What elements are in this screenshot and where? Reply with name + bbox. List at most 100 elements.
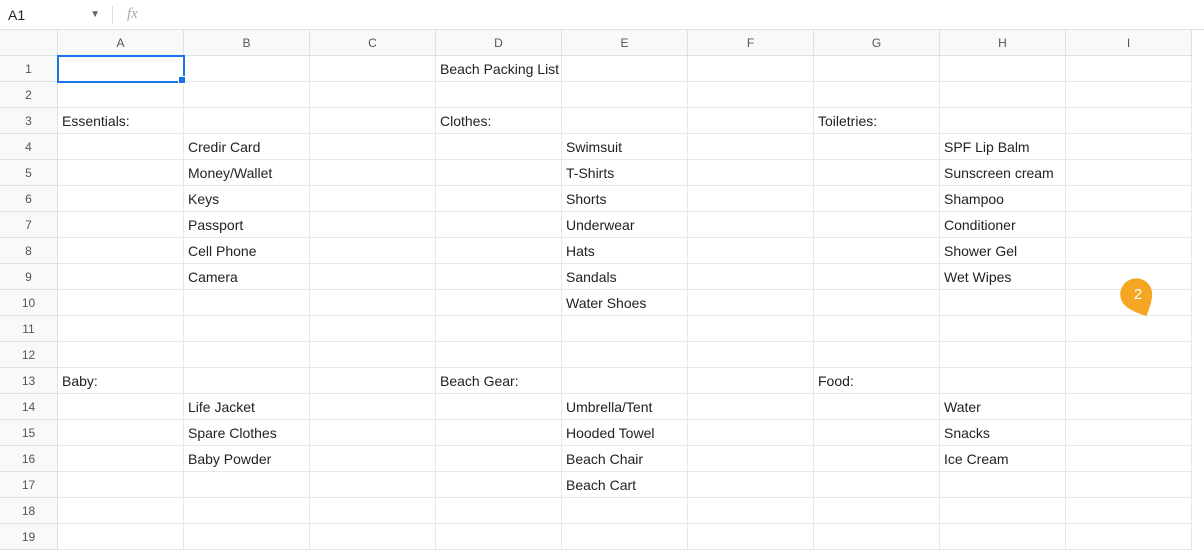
cell-G17[interactable] [814, 472, 940, 498]
cell-I17[interactable] [1066, 472, 1192, 498]
cell-B4[interactable]: Credir Card [184, 134, 310, 160]
cell-H2[interactable] [940, 82, 1066, 108]
cell-B16[interactable]: Baby Powder [184, 446, 310, 472]
cell-A13[interactable]: Baby: [58, 368, 184, 394]
cell-C12[interactable] [310, 342, 436, 368]
column-header-E[interactable]: E [562, 30, 688, 56]
cell-E5[interactable]: T-Shirts [562, 160, 688, 186]
cell-H6[interactable]: Shampoo [940, 186, 1066, 212]
cell-D13[interactable]: Beach Gear: [436, 368, 562, 394]
cell-I19[interactable] [1066, 524, 1192, 550]
cell-C18[interactable] [310, 498, 436, 524]
cell-G18[interactable] [814, 498, 940, 524]
cell-A7[interactable] [58, 212, 184, 238]
cell-B14[interactable]: Life Jacket [184, 394, 310, 420]
cell-I5[interactable] [1066, 160, 1192, 186]
cell-E14[interactable]: Umbrella/Tent [562, 394, 688, 420]
cell-D18[interactable] [436, 498, 562, 524]
row-header-3[interactable]: 3 [0, 108, 58, 134]
row-header-6[interactable]: 6 [0, 186, 58, 212]
cell-F18[interactable] [688, 498, 814, 524]
cell-D5[interactable] [436, 160, 562, 186]
cell-A8[interactable] [58, 238, 184, 264]
cell-C19[interactable] [310, 524, 436, 550]
cell-F4[interactable] [688, 134, 814, 160]
cell-H9[interactable]: Wet Wipes [940, 264, 1066, 290]
cell-G4[interactable] [814, 134, 940, 160]
cell-F9[interactable] [688, 264, 814, 290]
cell-D6[interactable] [436, 186, 562, 212]
cell-F19[interactable] [688, 524, 814, 550]
row-header-16[interactable]: 16 [0, 446, 58, 472]
cell-I7[interactable] [1066, 212, 1192, 238]
cell-B12[interactable] [184, 342, 310, 368]
cell-E17[interactable]: Beach Cart [562, 472, 688, 498]
cell-D12[interactable] [436, 342, 562, 368]
column-header-I[interactable]: I [1066, 30, 1192, 56]
cell-D16[interactable] [436, 446, 562, 472]
cell-C8[interactable] [310, 238, 436, 264]
cell-G6[interactable] [814, 186, 940, 212]
cell-D1[interactable]: Beach Packing List [436, 56, 562, 82]
cell-B8[interactable]: Cell Phone [184, 238, 310, 264]
row-header-10[interactable]: 10 [0, 290, 58, 316]
cell-H13[interactable] [940, 368, 1066, 394]
cell-G14[interactable] [814, 394, 940, 420]
cell-D9[interactable] [436, 264, 562, 290]
cell-F5[interactable] [688, 160, 814, 186]
cell-E2[interactable] [562, 82, 688, 108]
cell-C17[interactable] [310, 472, 436, 498]
cell-C10[interactable] [310, 290, 436, 316]
cell-B17[interactable] [184, 472, 310, 498]
cell-C5[interactable] [310, 160, 436, 186]
cell-A10[interactable] [58, 290, 184, 316]
row-header-15[interactable]: 15 [0, 420, 58, 446]
cell-G7[interactable] [814, 212, 940, 238]
cell-C9[interactable] [310, 264, 436, 290]
cell-E10[interactable]: Water Shoes [562, 290, 688, 316]
cell-B18[interactable] [184, 498, 310, 524]
cell-A19[interactable] [58, 524, 184, 550]
cell-F2[interactable] [688, 82, 814, 108]
cell-B3[interactable] [184, 108, 310, 134]
cell-B10[interactable] [184, 290, 310, 316]
cell-G16[interactable] [814, 446, 940, 472]
cell-E3[interactable] [562, 108, 688, 134]
cell-A12[interactable] [58, 342, 184, 368]
cell-H10[interactable] [940, 290, 1066, 316]
cell-H1[interactable] [940, 56, 1066, 82]
row-header-8[interactable]: 8 [0, 238, 58, 264]
cell-E13[interactable] [562, 368, 688, 394]
cell-A1[interactable] [58, 56, 184, 82]
cell-I13[interactable] [1066, 368, 1192, 394]
cell-E9[interactable]: Sandals [562, 264, 688, 290]
cell-A2[interactable] [58, 82, 184, 108]
cell-A17[interactable] [58, 472, 184, 498]
cell-B1[interactable] [184, 56, 310, 82]
row-header-18[interactable]: 18 [0, 498, 58, 524]
column-header-D[interactable]: D [436, 30, 562, 56]
cell-D4[interactable] [436, 134, 562, 160]
formula-input[interactable] [150, 0, 1204, 29]
cell-D17[interactable] [436, 472, 562, 498]
cell-F10[interactable] [688, 290, 814, 316]
select-all-corner[interactable] [0, 30, 58, 56]
cell-I14[interactable] [1066, 394, 1192, 420]
column-header-A[interactable]: A [58, 30, 184, 56]
row-header-12[interactable]: 12 [0, 342, 58, 368]
cell-E1[interactable] [562, 56, 688, 82]
dropdown-arrow-icon[interactable]: ▼ [86, 9, 104, 20]
cell-F14[interactable] [688, 394, 814, 420]
cell-H12[interactable] [940, 342, 1066, 368]
cell-I4[interactable] [1066, 134, 1192, 160]
cell-E4[interactable]: Swimsuit [562, 134, 688, 160]
spreadsheet-grid[interactable]: ABCDEFGHI1Beach Packing List23Essentials… [0, 30, 1204, 550]
cell-H3[interactable] [940, 108, 1066, 134]
cell-E7[interactable]: Underwear [562, 212, 688, 238]
row-header-9[interactable]: 9 [0, 264, 58, 290]
cell-E11[interactable] [562, 316, 688, 342]
cell-D10[interactable] [436, 290, 562, 316]
cell-E18[interactable] [562, 498, 688, 524]
cell-G1[interactable] [814, 56, 940, 82]
cell-E19[interactable] [562, 524, 688, 550]
